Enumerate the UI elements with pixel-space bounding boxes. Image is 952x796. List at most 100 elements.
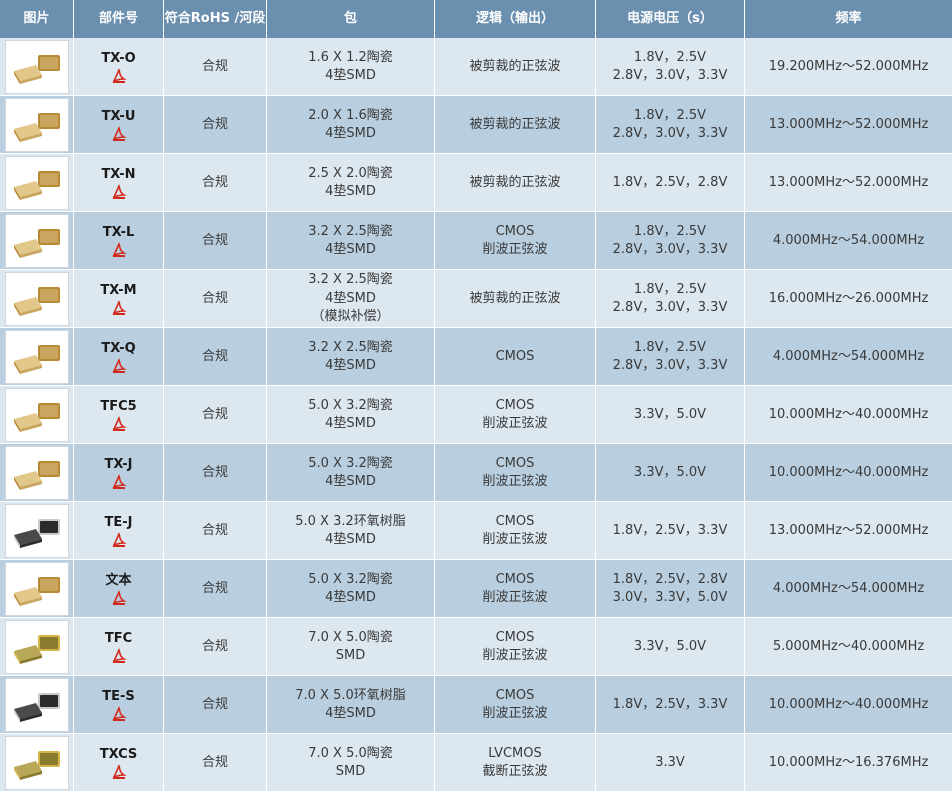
product-thumbnail[interactable] [4, 562, 69, 616]
pdf-datasheet-icon[interactable] [111, 531, 127, 548]
pdf-datasheet-icon[interactable] [111, 241, 127, 258]
product-thumbnail[interactable] [4, 446, 69, 500]
frequency-cell: 10.000MHz〜40.000MHz [768, 696, 929, 712]
product-thumbnail[interactable] [4, 736, 69, 790]
voltage-line: 1.8V，2.5V [633, 107, 707, 123]
pdf-datasheet-icon[interactable] [111, 647, 127, 664]
crystal-chip-image [5, 215, 68, 267]
rohs-cell: 合规 [164, 502, 267, 560]
logic-output-cell: LVCMOS 截断正弦波 [435, 734, 596, 792]
part-number-link[interactable]: TFC [105, 631, 132, 646]
product-thumbnail[interactable] [4, 98, 69, 152]
part-number-link[interactable]: TX-U [102, 109, 136, 124]
supply-voltage-cell: 3.3V，5.0V [596, 618, 745, 676]
package-line: 4垫SMD [325, 532, 376, 547]
logic-output-cell: CMOS [435, 328, 596, 386]
product-thumbnail[interactable] [4, 214, 69, 268]
logic-line: 削波正弦波 [482, 706, 548, 721]
part-number-link[interactable]: TX-Q [101, 341, 135, 356]
pdf-datasheet-icon[interactable] [111, 299, 127, 316]
package-line: 4垫SMD [325, 416, 376, 431]
product-thumbnail[interactable] [4, 156, 69, 210]
part-number-cell: TX-Q [74, 328, 164, 386]
crystal-chip-image [5, 505, 68, 557]
package-line: 4垫SMD [325, 68, 376, 83]
pdf-datasheet-icon[interactable] [111, 357, 127, 374]
crystal-chip-image [5, 389, 68, 441]
voltage-line: 1.8V，2.5V [633, 49, 707, 65]
table-header: 图片 部件号 符合RoHS /河段 包 逻辑（输出） 电源电压（s） 频率 [0, 0, 952, 38]
logic-line: CMOS [495, 513, 535, 529]
package-cell: 5.0 X 3.2陶瓷 4垫SMD [267, 560, 435, 618]
logic-line: CMOS [495, 455, 535, 471]
rohs-cell: 合规 [164, 154, 267, 212]
package-cell: 5.0 X 3.2陶瓷 4垫SMD [267, 444, 435, 502]
part-number-link[interactable]: 文本 [105, 573, 131, 588]
package-line: 3.2 X 2.5陶瓷 [308, 272, 393, 288]
pdf-datasheet-icon[interactable] [111, 763, 127, 780]
logic-line: 削波正弦波 [482, 590, 548, 605]
logic-line: 截断正弦波 [482, 764, 548, 779]
product-thumbnail[interactable] [4, 272, 69, 326]
rohs-cell: 合规 [164, 38, 267, 96]
part-number-link[interactable]: TX-M [100, 283, 136, 298]
product-thumbnail[interactable] [4, 504, 69, 558]
crystal-chip-image [5, 157, 68, 209]
part-number-link[interactable]: TE-S [102, 689, 135, 704]
frequency-cell: 13.000MHz〜52.000MHz [768, 174, 929, 190]
pdf-datasheet-icon[interactable] [111, 589, 127, 606]
product-thumbnail[interactable] [4, 40, 69, 94]
header-logic-output: 逻辑（输出） [435, 0, 596, 38]
image-cell [0, 676, 74, 734]
supply-voltage-cell: 1.8V，2.5V 2.8V，3.0V，3.3V [596, 270, 745, 328]
part-number-link[interactable]: TX-L [103, 225, 135, 240]
package-line: 1.6 X 1.2陶瓷 [308, 49, 393, 65]
frequency-cell: 5.000MHz〜40.000MHz [772, 638, 925, 654]
supply-voltage-cell: 1.8V，2.5V，3.3V [596, 676, 745, 734]
voltage-line: 1.8V，2.5V，2.8V [612, 571, 728, 587]
part-number-link[interactable]: TFC5 [100, 399, 136, 414]
part-number-link[interactable]: TE-J [105, 515, 133, 530]
voltage-line: 2.8V，3.0V，3.3V [612, 126, 728, 141]
header-rohs: 符合RoHS /河段 [164, 0, 267, 38]
supply-voltage-cell: 1.8V，2.5V 2.8V，3.0V，3.3V [596, 328, 745, 386]
crystal-chip-image [5, 563, 68, 615]
package-cell: 2.5 X 2.0陶瓷 4垫SMD [267, 154, 435, 212]
frequency-cell: 4.000MHz〜54.000MHz [772, 348, 925, 364]
image-cell [0, 212, 74, 270]
pdf-datasheet-icon[interactable] [111, 125, 127, 142]
product-thumbnail[interactable] [4, 620, 69, 674]
image-cell [0, 96, 74, 154]
pdf-datasheet-icon[interactable] [111, 67, 127, 84]
table-row: TX-J 合规 5.0 X 3.2陶瓷 4垫SMD CMOS 削波正弦波 3.3V，5.0V… [0, 444, 952, 502]
table-row: TE-S 合规 7.0 X 5.0环氧树脂 4垫SMD CMOS 削波正弦波 1.8V，2.… [0, 676, 952, 734]
part-number-cell: TX-U [74, 96, 164, 154]
rohs-cell: 合规 [164, 676, 267, 734]
crystal-chip-image [5, 737, 68, 789]
pdf-datasheet-icon[interactable] [111, 473, 127, 490]
table-row: TX-U 合规 2.0 X 1.6陶瓷 4垫SMD 被剪裁的正弦波 1.8V，2.5V 2.… [0, 96, 952, 154]
package-line: 4垫SMD [325, 590, 376, 605]
product-thumbnail[interactable] [4, 330, 69, 384]
frequency-cell: 10.000MHz〜16.376MHz [768, 754, 929, 770]
part-number-link[interactable]: TX-N [101, 167, 135, 182]
supply-voltage-cell: 1.8V，2.5V，3.3V [596, 502, 745, 560]
supply-voltage-cell: 3.3V，5.0V [596, 386, 745, 444]
supply-voltage-cell: 1.8V，2.5V，2.8V 3.0V，3.3V，5.0V [596, 560, 745, 618]
pdf-datasheet-icon[interactable] [111, 183, 127, 200]
crystal-chip-image [5, 331, 68, 383]
part-number-link[interactable]: TX-O [101, 51, 135, 66]
rohs-cell: 合规 [164, 328, 267, 386]
product-thumbnail[interactable] [4, 388, 69, 442]
product-thumbnail[interactable] [4, 678, 69, 732]
package-line: 7.0 X 5.0陶瓷 [308, 745, 393, 761]
package-line: 5.0 X 3.2陶瓷 [308, 571, 393, 587]
part-number-link[interactable]: TX-J [104, 457, 132, 472]
pdf-datasheet-icon[interactable] [111, 705, 127, 722]
image-cell [0, 386, 74, 444]
pdf-datasheet-icon[interactable] [111, 415, 127, 432]
crystal-chip-image [5, 41, 68, 93]
part-number-link[interactable]: TXCS [100, 747, 138, 762]
package-line: 2.5 X 2.0陶瓷 [308, 165, 393, 181]
package-line: 5.0 X 3.2陶瓷 [308, 397, 393, 413]
